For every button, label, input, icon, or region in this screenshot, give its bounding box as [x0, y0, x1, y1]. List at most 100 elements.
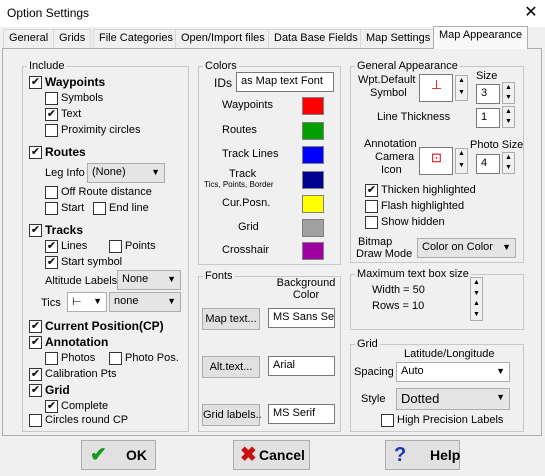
complete-checkbox[interactable]: ✔ [45, 400, 58, 413]
down-arrow-icon[interactable]: ▼ [503, 163, 514, 173]
end-line-checkbox[interactable] [93, 202, 106, 215]
up-arrow-icon[interactable]: ▲ [503, 153, 514, 163]
camera-icon[interactable]: ⊡ [419, 147, 453, 175]
symbol-spinner[interactable]: ▲ ▼ [455, 75, 468, 101]
photo-pos-label: Photo Pos. [125, 352, 179, 364]
ids-font-field[interactable]: as Map text Font [236, 72, 334, 92]
size-field[interactable]: 3 [476, 84, 500, 104]
alt-text-font-button[interactable]: Alt.text... [202, 356, 260, 378]
points-checkbox[interactable] [109, 240, 122, 253]
map-text-font-field[interactable]: MS Sans Serif [268, 308, 335, 328]
photos-checkbox[interactable] [45, 352, 58, 365]
current-position-checkbox[interactable]: ✔ [29, 320, 42, 333]
symbol-preview[interactable]: ⊥ [419, 74, 453, 102]
size-spinner[interactable]: ▲ ▼ [502, 82, 515, 104]
thicken-checkbox[interactable]: ✔ [365, 184, 378, 197]
down-arrow-icon[interactable]: ▼ [456, 161, 467, 173]
altitude-labels-select[interactable]: None ▼ [117, 270, 181, 290]
alt-text-font-field[interactable]: Arial [268, 356, 335, 376]
show-hidden-checkbox[interactable] [365, 216, 378, 229]
leg-info-value: (None) [92, 166, 126, 178]
spacing-select[interactable]: Auto ▼ [396, 362, 510, 382]
color-routes-swatch[interactable] [302, 122, 324, 140]
color-cur-posn-swatch[interactable] [302, 195, 324, 213]
text-checkbox[interactable]: ✔ [45, 108, 58, 121]
waypoints-checkbox[interactable]: ✔ [29, 76, 42, 89]
color-track-swatch[interactable] [302, 171, 324, 189]
width-readout: Width = 50 [372, 284, 425, 296]
annotation-label: Annotation [364, 138, 417, 150]
style-select[interactable]: Dotted ▼ [396, 388, 510, 410]
draw-mode-select[interactable]: Color on Color ▼ [417, 238, 516, 258]
color-track-sub-label: Tics, Points, Border [204, 180, 274, 189]
start-checkbox[interactable] [45, 202, 58, 215]
circles-cp-checkbox[interactable] [29, 414, 42, 427]
up-arrow-icon[interactable]: ▲ [503, 83, 514, 93]
tracks-checkbox[interactable]: ✔ [29, 224, 42, 237]
line-thickness-field[interactable]: 1 [476, 108, 500, 128]
lines-checkbox[interactable]: ✔ [45, 240, 58, 253]
tab-general[interactable]: General [3, 29, 55, 48]
leg-info-label: Leg Info [45, 167, 85, 179]
high-precision-checkbox[interactable] [381, 414, 394, 427]
symbols-checkbox[interactable] [45, 92, 58, 105]
start-symbol-checkbox[interactable]: ✔ [45, 256, 58, 269]
photo-size-spinner[interactable]: ▲ ▼ [502, 152, 515, 174]
tics-select[interactable]: none ▼ [109, 292, 181, 312]
leg-info-select[interactable]: (None) ▼ [87, 163, 165, 183]
down-arrow-icon[interactable]: ▼ [471, 310, 482, 321]
cancel-button[interactable]: ✖ Cancel [233, 440, 310, 470]
up-arrow-icon[interactable]: ▲ [456, 149, 467, 161]
map-text-font-button[interactable]: Map text... [202, 308, 260, 330]
tab-file-categories[interactable]: File Categories [93, 29, 179, 48]
color-crosshair-swatch[interactable] [302, 242, 324, 260]
tab-map-appearance[interactable]: Map Appearance [433, 26, 529, 49]
wpt-default-label: Wpt.Default [358, 74, 416, 86]
close-icon[interactable]: ✕ [521, 3, 541, 23]
lines-label: Lines [61, 240, 88, 252]
x-icon: ✖ [240, 444, 257, 466]
grid-labels-font-button[interactable]: Grid labels.. [202, 404, 262, 426]
down-arrow-icon[interactable]: ▼ [503, 117, 514, 127]
ok-button[interactable]: ✔ OK [81, 440, 156, 470]
max-text-spinner[interactable]: ▲ ▼ ▲ ▼ [470, 277, 483, 321]
calibration-checkbox[interactable]: ✔ [29, 368, 42, 381]
help-button[interactable]: ? Help [385, 440, 460, 470]
chevron-down-icon: ▼ [502, 242, 511, 252]
color-waypoints-swatch[interactable] [302, 97, 324, 115]
style-label: Style [361, 393, 386, 405]
color-track-lines-swatch[interactable] [302, 146, 324, 164]
up-arrow-icon[interactable]: ▲ [503, 107, 514, 117]
down-arrow-icon[interactable]: ▼ [503, 93, 514, 103]
off-route-checkbox[interactable] [45, 186, 58, 199]
up-arrow-icon[interactable]: ▲ [471, 299, 482, 310]
tab-database-fields[interactable]: Data Base Fields [268, 29, 364, 48]
tab-map-settings[interactable]: Map Settings [360, 29, 437, 48]
proximity-checkbox[interactable] [45, 124, 58, 137]
tab-open-import-files[interactable]: Open/Import files [175, 29, 271, 48]
color-grid-swatch[interactable] [302, 219, 324, 237]
tics-value: none [114, 295, 139, 307]
annotation-checkbox[interactable]: ✔ [29, 336, 42, 349]
routes-label: Routes [45, 145, 86, 159]
thicken-label: Thicken highlighted [381, 184, 476, 196]
up-arrow-icon[interactable]: ▲ [471, 278, 482, 289]
photo-pos-checkbox[interactable] [109, 352, 122, 365]
color-crosshair-label: Crosshair [222, 244, 270, 256]
up-arrow-icon[interactable]: ▲ [456, 76, 467, 88]
down-arrow-icon[interactable]: ▼ [456, 88, 467, 100]
routes-checkbox[interactable]: ✔ [29, 146, 42, 159]
line-thickness-label: Line Thickness [377, 111, 451, 123]
tics-symbol-select[interactable]: ⊢ ▼ [67, 292, 107, 312]
down-arrow-icon[interactable]: ▼ [471, 289, 482, 300]
grid-labels-font-field[interactable]: MS Serif [268, 404, 335, 424]
color-routes-label: Routes [222, 124, 257, 136]
grid-checkbox[interactable]: ✔ [29, 384, 42, 397]
tab-grids[interactable]: Grids [53, 29, 92, 48]
line-thickness-spinner[interactable]: ▲ ▼ [502, 106, 515, 128]
photo-size-field[interactable]: 4 [476, 154, 500, 174]
proximity-label: Proximity circles [61, 124, 141, 136]
waypoints-label: Waypoints [45, 75, 106, 89]
camera-spinner[interactable]: ▲ ▼ [455, 148, 468, 174]
flash-checkbox[interactable] [365, 200, 378, 213]
